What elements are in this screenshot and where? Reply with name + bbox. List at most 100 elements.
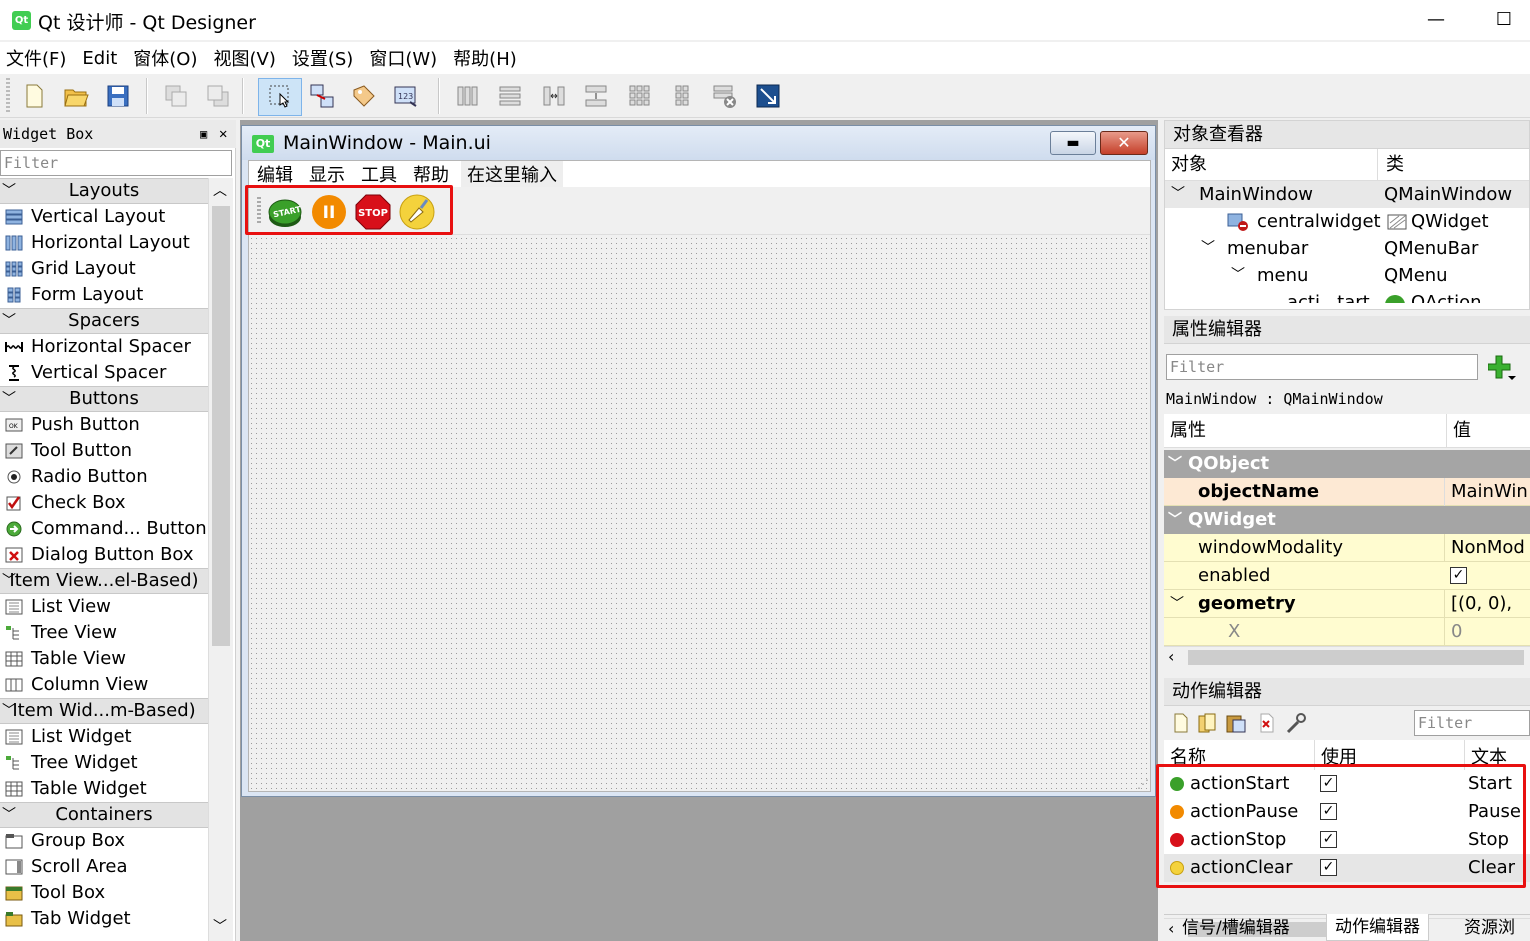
widget-group-box[interactable]: Group Box xyxy=(0,828,208,854)
layout-vertical-splitter-icon[interactable] xyxy=(582,82,610,110)
widget-check-box[interactable]: Check Box xyxy=(0,490,208,516)
form-titlebar[interactable]: Qt MainWindow - Main.ui ▬ ✕ xyxy=(242,126,1155,160)
open-folder-icon[interactable] xyxy=(62,82,90,110)
widget-horizontal-spacer[interactable]: Horizontal Spacer xyxy=(0,334,208,360)
send-back-icon[interactable] xyxy=(162,82,190,110)
form-menu-display[interactable]: 显示 xyxy=(309,161,345,187)
tab-resource-browser[interactable]: 资源浏览 xyxy=(1464,915,1530,941)
widget-tree-view[interactable]: Tree View xyxy=(0,620,208,646)
widget-table-view[interactable]: Table View xyxy=(0,646,208,672)
property-hscrollbar[interactable]: ‹ xyxy=(1164,646,1530,668)
add-property-icon[interactable] xyxy=(1488,354,1518,382)
resize-grip-icon[interactable]: ⋰ xyxy=(1137,777,1149,791)
edit-widgets-icon[interactable] xyxy=(266,82,294,110)
action-filter-input[interactable]: Filter xyxy=(1414,710,1530,736)
new-file-icon[interactable] xyxy=(20,82,48,110)
form-menu-tools[interactable]: 工具 xyxy=(361,161,397,187)
property-group-qwidget[interactable]: ﹀ QWidget xyxy=(1164,506,1530,534)
pause-icon[interactable]: II xyxy=(311,194,347,230)
menu-form[interactable]: 窗体(O) xyxy=(133,45,197,71)
layout-vertical-icon[interactable] xyxy=(496,82,524,110)
paste-action-icon[interactable] xyxy=(1224,712,1248,734)
object-row-menubar[interactable]: ﹀ menubar QMenuBar xyxy=(1165,235,1529,262)
layout-horizontal-icon[interactable] xyxy=(454,82,482,110)
layout-form-icon[interactable] xyxy=(668,82,696,110)
widget-box-scrollbar[interactable]: ︿ ﹀ xyxy=(208,178,233,941)
object-row-mainwindow[interactable]: ﹀ MainWindow QMainWindow xyxy=(1165,181,1529,208)
bring-front-icon[interactable] xyxy=(204,82,232,110)
layout-grid-icon[interactable] xyxy=(626,82,654,110)
configure-action-icon[interactable] xyxy=(1284,712,1308,734)
column-value[interactable]: 值 xyxy=(1446,414,1471,448)
widget-dialog-button-box[interactable]: Dialog Button Box xyxy=(0,542,208,568)
tab-signal-slot-editor[interactable]: 信号/槽编辑器 xyxy=(1182,915,1290,941)
widget-form-layout[interactable]: Form Layout xyxy=(0,282,208,308)
menu-window[interactable]: 窗口(W) xyxy=(369,45,437,71)
maximize-button[interactable]: ☐ xyxy=(1484,8,1524,32)
minimize-button[interactable]: — xyxy=(1416,8,1456,32)
property-geometry[interactable]: ﹀ geometry [(0, 0), 90 xyxy=(1164,590,1530,642)
menu-view[interactable]: 视图(V) xyxy=(213,45,275,71)
float-icon[interactable]: ▣ xyxy=(200,120,207,148)
property-enabled[interactable]: enabled ✓ xyxy=(1164,562,1530,590)
toolbar-grip[interactable] xyxy=(6,78,10,114)
category-containers[interactable]: ﹀ Containers xyxy=(0,802,208,828)
category-item-views[interactable]: ﹀ Item View...el-Based) xyxy=(0,568,208,594)
scroll-up-icon[interactable]: ︿ xyxy=(213,180,227,200)
edit-signals-slots-icon[interactable] xyxy=(308,82,336,110)
widget-list-widget[interactable]: List Widget xyxy=(0,724,208,750)
edit-buddies-icon[interactable] xyxy=(350,82,378,110)
toolbar-grip[interactable] xyxy=(257,197,261,225)
widget-horizontal-layout[interactable]: Horizontal Layout xyxy=(0,230,208,256)
widget-grid-layout[interactable]: Grid Layout xyxy=(0,256,208,282)
menu-settings[interactable]: 设置(S) xyxy=(292,45,353,71)
category-spacers[interactable]: ﹀ Spacers xyxy=(0,308,208,334)
column-object[interactable]: 对象 xyxy=(1171,149,1207,181)
object-row-action-start[interactable]: acti...tart QAction xyxy=(1165,289,1529,303)
object-row-centralwidget[interactable]: centralwidget QWidget xyxy=(1165,208,1529,235)
layout-horizontal-splitter-icon[interactable] xyxy=(540,82,568,110)
column-class[interactable]: 类 xyxy=(1377,149,1404,181)
property-filter-input[interactable]: Filter xyxy=(1166,354,1478,380)
property-group-qobject[interactable]: ﹀ QObject xyxy=(1164,450,1530,478)
column-property[interactable]: 属性 xyxy=(1170,414,1206,448)
widget-scroll-area[interactable]: Scroll Area xyxy=(0,854,208,880)
scroll-down-icon[interactable]: ﹀ xyxy=(213,916,227,936)
property-value[interactable]: MainWin xyxy=(1444,478,1528,506)
widget-column-view[interactable]: Column View xyxy=(0,672,208,698)
widget-list-view[interactable]: List View xyxy=(0,594,208,620)
enabled-checkbox[interactable]: ✓ xyxy=(1450,567,1467,584)
widget-command-link-button[interactable]: Command... Button xyxy=(0,516,208,542)
form-minimize-button[interactable]: ▬ xyxy=(1050,131,1096,155)
scrollbar-thumb[interactable] xyxy=(1188,650,1524,665)
widget-filter-input[interactable]: Filter xyxy=(0,150,232,176)
close-icon[interactable]: ✕ xyxy=(219,120,227,148)
start-icon[interactable]: START xyxy=(267,194,303,230)
save-icon[interactable] xyxy=(104,82,132,110)
copy-action-icon[interactable] xyxy=(1196,712,1220,734)
property-windowmodality[interactable]: windowModality NonMod xyxy=(1164,534,1530,562)
widget-tree-widget[interactable]: Tree Widget xyxy=(0,750,208,776)
property-objectname[interactable]: objectName MainWin xyxy=(1164,478,1530,506)
form-menu-type-here[interactable]: 在这里输入 xyxy=(461,161,563,187)
widget-radio-button[interactable]: Radio Button xyxy=(0,464,208,490)
property-value[interactable]: [(0, 0), 90 xyxy=(1444,590,1530,642)
clear-icon[interactable] xyxy=(399,194,435,230)
scroll-left-icon[interactable]: ‹ xyxy=(1168,647,1174,666)
tab-action-editor[interactable]: 动作编辑器 xyxy=(1326,914,1429,941)
widget-vertical-layout[interactable]: Vertical Layout xyxy=(0,204,208,230)
menu-file[interactable]: 文件(F) xyxy=(6,45,66,71)
property-value[interactable]: NonMod xyxy=(1444,534,1525,562)
form-menu-edit[interactable]: 编辑 xyxy=(257,161,293,187)
widget-vertical-spacer[interactable]: Vertical Spacer xyxy=(0,360,208,386)
category-layouts[interactable]: ﹀ Layouts xyxy=(0,178,208,204)
category-buttons[interactable]: ﹀ Buttons xyxy=(0,386,208,412)
category-item-widgets[interactable]: ﹀ Item Wid...m-Based) xyxy=(0,698,208,724)
property-value[interactable]: 0 xyxy=(1444,618,1462,646)
break-layout-icon[interactable] xyxy=(710,82,738,110)
widget-table-widget[interactable]: Table Widget xyxy=(0,776,208,802)
menu-help[interactable]: 帮助(H) xyxy=(453,45,517,71)
new-action-icon[interactable] xyxy=(1170,712,1192,734)
widget-push-button[interactable]: OK Push Button xyxy=(0,412,208,438)
adjust-size-icon[interactable] xyxy=(754,82,782,110)
